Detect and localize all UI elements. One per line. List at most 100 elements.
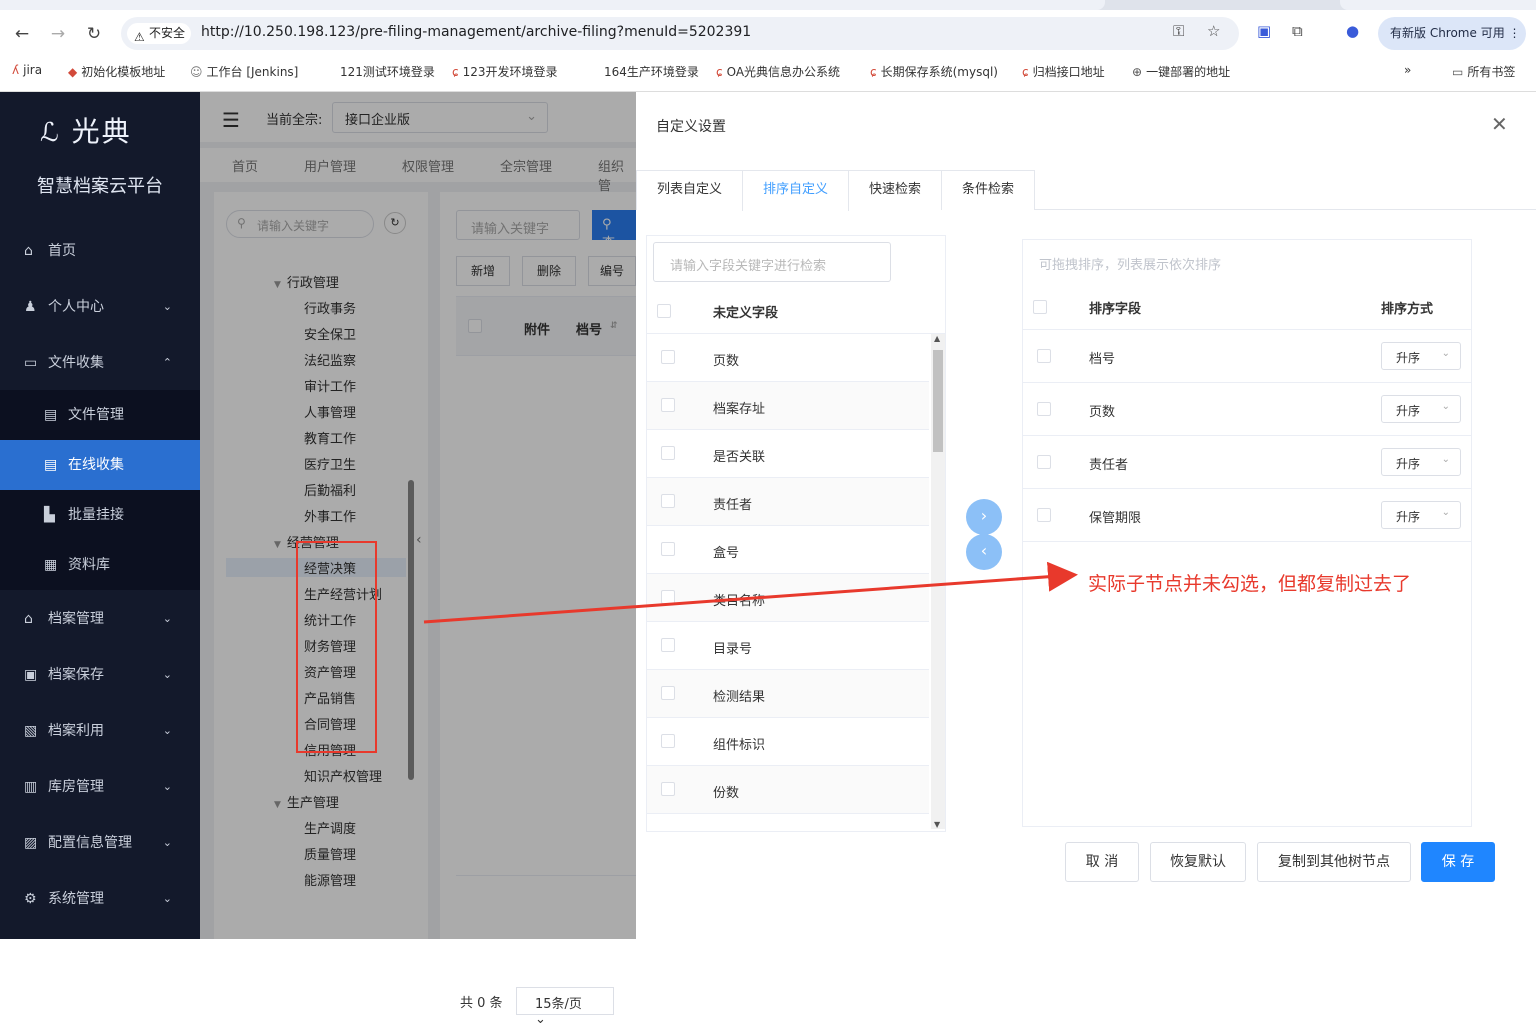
field-checkbox[interactable] bbox=[661, 590, 675, 604]
field-search-input[interactable]: 请输入字段关键字进行检索 bbox=[653, 242, 891, 282]
field-row[interactable]: 检测结果 bbox=[647, 670, 929, 718]
left-select-all-checkbox[interactable] bbox=[657, 304, 671, 318]
sort-row-checkbox[interactable] bbox=[1037, 402, 1051, 416]
bookmark[interactable]: ⊕ 一键部署的地址 bbox=[1132, 63, 1230, 80]
menu-warehouse[interactable]: ▥ 库房管理 ⌄ bbox=[0, 762, 200, 812]
back-icon[interactable]: ← bbox=[10, 22, 34, 46]
bookmark[interactable]: ɕ OA光典信息办公系统 bbox=[716, 63, 840, 80]
field-row[interactable]: 盒号 bbox=[647, 526, 929, 574]
folder-icon: ▭ bbox=[24, 355, 38, 371]
right-select-all-checkbox[interactable] bbox=[1033, 300, 1047, 314]
field-checkbox[interactable] bbox=[661, 446, 675, 460]
sort-row[interactable]: 责任者 升序 ⌄ bbox=[1023, 436, 1471, 489]
field-row[interactable]: 目录号 bbox=[647, 622, 929, 670]
url-text[interactable]: http://10.250.198.123/pre-filing-managem… bbox=[201, 24, 751, 40]
star-icon[interactable]: ☆ bbox=[1207, 22, 1220, 40]
menu-archive-storage[interactable]: ▣ 档案保存 ⌄ bbox=[0, 650, 200, 700]
menu-system[interactable]: ⚙ 系统管理 ⌄ bbox=[0, 874, 200, 924]
field-row[interactable]: 责任者 bbox=[647, 478, 929, 526]
logo: ℒ 光典 bbox=[40, 115, 132, 148]
field-checkbox[interactable] bbox=[661, 638, 675, 652]
sort-order-select[interactable]: 升序 ⌄ bbox=[1381, 448, 1461, 476]
field-checkbox[interactable] bbox=[661, 398, 675, 412]
menu-archive-management[interactable]: ⌂ 档案管理 ⌄ bbox=[0, 594, 200, 644]
sort-fields-panel: 可拖拽排序，列表展示依次排序 排序字段 排序方式 档号 升序 ⌄ 页数 升序 ⌄ 责任者 升序… bbox=[1022, 239, 1472, 827]
copy-to-other-nodes-button[interactable]: 复制到其他树节点 bbox=[1257, 842, 1411, 882]
sort-order-select[interactable]: 升序 ⌄ bbox=[1381, 395, 1461, 423]
menu-file-management[interactable]: ▤ 文件管理 bbox=[0, 390, 200, 440]
field-row[interactable]: 页数 bbox=[647, 334, 929, 382]
more-bookmarks-icon[interactable]: » bbox=[1404, 63, 1411, 77]
close-icon[interactable]: ✕ bbox=[1491, 112, 1508, 136]
reset-default-button[interactable]: 恢复默认 bbox=[1150, 842, 1246, 882]
field-row[interactable]: 是否关联 bbox=[647, 430, 929, 478]
field-checkbox[interactable] bbox=[661, 350, 675, 364]
address-bar[interactable]: ⚠ 不安全 http://10.250.198.123/pre-filing-ma… bbox=[121, 17, 1239, 50]
move-right-button[interactable]: › bbox=[966, 499, 1002, 535]
update-chrome-button[interactable]: 有新版 Chrome 可用 ⋮ bbox=[1378, 17, 1526, 50]
puzzle-icon[interactable]: ⧉ bbox=[1292, 22, 1303, 40]
bookmark[interactable]: ɕ 长期保存系统(mysql) bbox=[870, 63, 998, 80]
bookmark[interactable]: ʎ jira bbox=[12, 63, 42, 77]
sort-row-checkbox[interactable] bbox=[1037, 508, 1051, 522]
field-checkbox[interactable] bbox=[661, 782, 675, 796]
sort-row[interactable]: 档号 升序 ⌄ bbox=[1023, 330, 1471, 383]
chevron-down-icon: ⌄ bbox=[1441, 507, 1450, 518]
field-checkbox[interactable] bbox=[661, 542, 675, 556]
tab-quick-search[interactable]: 快速检索 bbox=[848, 170, 942, 210]
bookmark[interactable]: ɕ 123开发环境登录 bbox=[452, 63, 558, 80]
menu-archive-use[interactable]: ▧ 档案利用 ⌄ bbox=[0, 706, 200, 756]
field-row[interactable]: 份数 bbox=[647, 766, 929, 814]
bookmark[interactable]: ☺ 工作台 [Jenkins] bbox=[190, 63, 298, 80]
field-checkbox[interactable] bbox=[661, 494, 675, 508]
reload-icon[interactable]: ↻ bbox=[82, 22, 106, 46]
tab-list-custom[interactable]: 列表自定义 bbox=[636, 170, 743, 210]
tab-condition-search[interactable]: 条件检索 bbox=[941, 170, 1035, 210]
menu-config[interactable]: ▨ 配置信息管理 ⌄ bbox=[0, 818, 200, 868]
cancel-button[interactable]: 取 消 bbox=[1065, 842, 1139, 882]
menu-online-collection[interactable]: ▤ 在线收集 bbox=[0, 440, 200, 490]
menu-home[interactable]: ⌂ 首页 bbox=[0, 226, 200, 276]
bank-icon: ⌂ bbox=[24, 611, 33, 627]
tab-sort-custom[interactable]: 排序自定义 bbox=[742, 170, 849, 211]
bar-chart-icon: ▙ bbox=[44, 507, 55, 523]
field-row[interactable]: 组件标识 bbox=[647, 718, 929, 766]
menu-personal-center[interactable]: ♟ 个人中心 ⌄ bbox=[0, 282, 200, 332]
sort-row-checkbox[interactable] bbox=[1037, 455, 1051, 469]
page-size-select[interactable]: 15条/页 ⌄ bbox=[516, 987, 614, 1027]
all-bookmarks[interactable]: ▭ 所有书签 bbox=[1452, 63, 1515, 80]
drawer-title: 自定义设置 bbox=[656, 119, 726, 135]
platform-name: 智慧档案云平台 bbox=[37, 176, 163, 197]
chevron-down-icon: ⌄ bbox=[162, 724, 172, 737]
field-checkbox[interactable] bbox=[661, 734, 675, 748]
left-list-header: 未定义字段 bbox=[647, 288, 945, 334]
key-icon[interactable]: ⚿ bbox=[1173, 22, 1184, 40]
sort-row[interactable]: 页数 升序 ⌄ bbox=[1023, 383, 1471, 436]
sort-order-select[interactable]: 升序 ⌄ bbox=[1381, 342, 1461, 370]
profile-icon[interactable]: ● bbox=[1346, 22, 1359, 40]
save-button[interactable]: 保 存 bbox=[1421, 842, 1495, 882]
forward-icon[interactable]: → bbox=[46, 22, 70, 46]
bookmark[interactable]: 164生产环境登录 bbox=[604, 63, 699, 80]
bookmark[interactable]: 121测试环境登录 bbox=[340, 63, 435, 80]
bookmarks-bar: ʎ jira ◆ 初始化模板地址 ☺ 工作台 [Jenkins] 121测试环境登录 … bbox=[0, 60, 1536, 84]
modal-overlay[interactable] bbox=[200, 92, 636, 939]
warehouse-icon: ▥ bbox=[24, 779, 38, 795]
bookmark[interactable]: ◆ 初始化模板地址 bbox=[68, 63, 165, 80]
move-left-button[interactable]: ‹ bbox=[966, 534, 1002, 570]
menu-batch-attach[interactable]: ▙ 批量挂接 bbox=[0, 490, 200, 540]
left-scrollbar[interactable]: ▲ ▼ bbox=[931, 334, 945, 829]
menu-library[interactable]: ▦ 资料库 bbox=[0, 540, 200, 590]
sort-row-checkbox[interactable] bbox=[1037, 349, 1051, 363]
sort-row[interactable]: 保管期限 升序 ⌄ bbox=[1023, 489, 1471, 542]
chevron-down-icon: ⌄ bbox=[1441, 348, 1450, 359]
extension-icon[interactable]: ▣ bbox=[1257, 22, 1271, 40]
field-row[interactable]: 档案存址 bbox=[647, 382, 929, 430]
field-checkbox[interactable] bbox=[661, 686, 675, 700]
bookmark[interactable]: ɕ 归档接口地址 bbox=[1022, 63, 1105, 80]
file-icon: ▤ bbox=[44, 407, 58, 423]
sort-order-select[interactable]: 升序 ⌄ bbox=[1381, 501, 1461, 529]
field-row[interactable]: 类目名称 bbox=[647, 574, 929, 622]
menu-file-collection[interactable]: ▭ 文件收集 ⌃ bbox=[0, 338, 200, 388]
insecure-badge[interactable]: ⚠ 不安全 bbox=[127, 23, 192, 44]
